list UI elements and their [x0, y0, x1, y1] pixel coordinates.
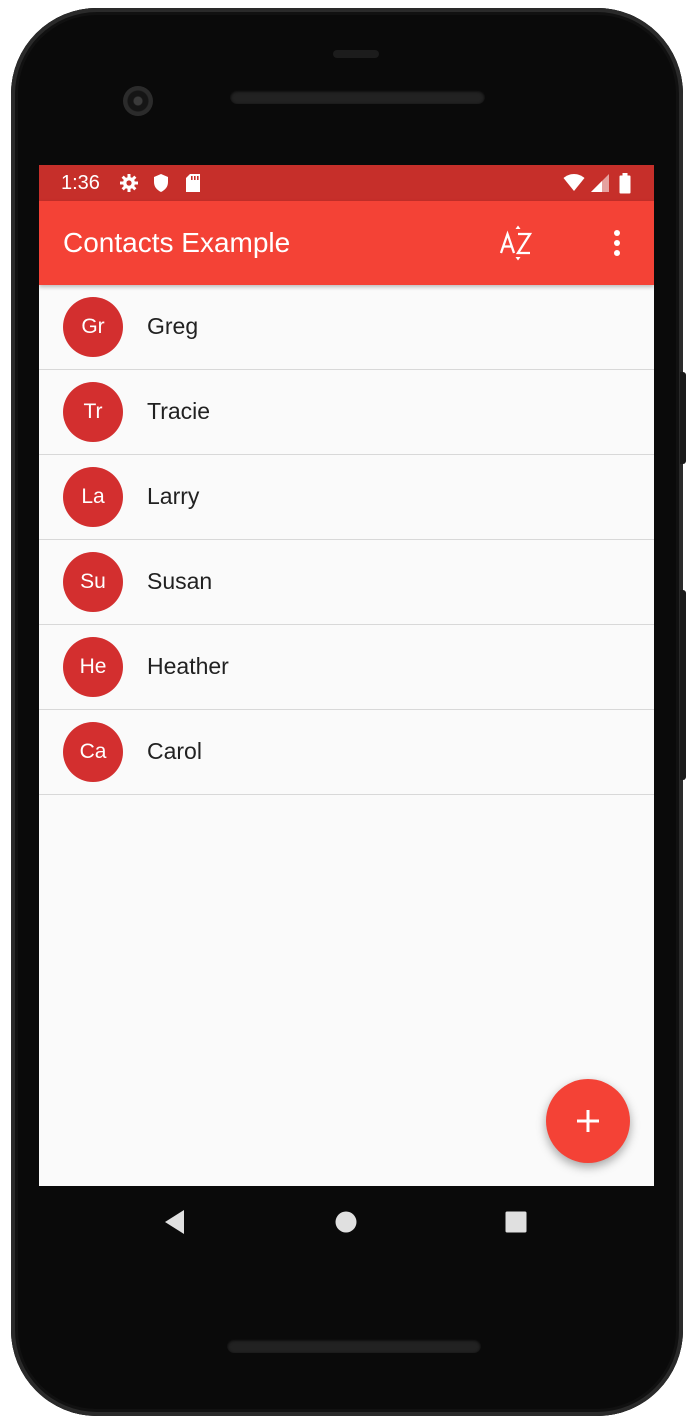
contact-list: Gr Greg Tr Tracie La Larry Su Susan He H…: [39, 285, 654, 795]
contact-name: Greg: [147, 313, 199, 339]
overflow-menu-button[interactable]: [599, 221, 635, 265]
contact-name: Heather: [147, 653, 229, 679]
avatar: La: [63, 467, 123, 527]
contact-name: Susan: [147, 568, 213, 594]
top-slot: [333, 50, 379, 58]
status-time: 1:36: [61, 172, 100, 194]
sort-button[interactable]: [489, 221, 545, 265]
avatar: Tr: [63, 382, 123, 442]
signal-icon: [591, 174, 609, 192]
back-icon[interactable]: [157, 1204, 193, 1240]
avatar: Gr: [63, 297, 123, 357]
status-bar: 1:36: [39, 165, 654, 201]
avatar: Su: [63, 552, 123, 612]
app-bar: Contacts Example: [39, 201, 654, 285]
sort-az-icon: [499, 225, 533, 261]
contact-row[interactable]: Tr Tracie: [39, 370, 654, 455]
avatar: Ca: [63, 722, 123, 782]
shield-icon: [154, 174, 168, 192]
battery-icon: [619, 173, 631, 194]
front-camera: [123, 86, 153, 116]
contact-row[interactable]: Ca Carol: [39, 710, 654, 795]
screen: 1:36 Contacts Example Gr Greg Tr Tracie …: [39, 165, 654, 1186]
avatar: He: [63, 637, 123, 697]
contact-name: Larry: [147, 483, 200, 509]
gear-icon: [120, 174, 138, 192]
wifi-icon: [563, 174, 585, 191]
contact-row[interactable]: Su Susan: [39, 540, 654, 625]
sd-card-icon: [186, 174, 200, 192]
bottom-speaker: [227, 1339, 481, 1353]
contact-name: Carol: [147, 738, 202, 764]
earpiece-speaker: [230, 90, 485, 104]
recents-icon[interactable]: [498, 1204, 534, 1240]
app-title: Contacts Example: [63, 227, 291, 258]
home-icon[interactable]: [328, 1204, 364, 1240]
volume-button: [680, 372, 686, 464]
plus-icon: [577, 1110, 599, 1132]
more-vert-icon: [614, 230, 620, 256]
power-button: [680, 590, 686, 780]
contact-row[interactable]: He Heather: [39, 625, 654, 710]
contact-row[interactable]: Gr Greg: [39, 285, 654, 370]
add-contact-fab[interactable]: [546, 1079, 630, 1163]
contact-name: Tracie: [147, 398, 211, 424]
navigation-bar: [39, 1186, 654, 1258]
contact-row[interactable]: La Larry: [39, 455, 654, 540]
